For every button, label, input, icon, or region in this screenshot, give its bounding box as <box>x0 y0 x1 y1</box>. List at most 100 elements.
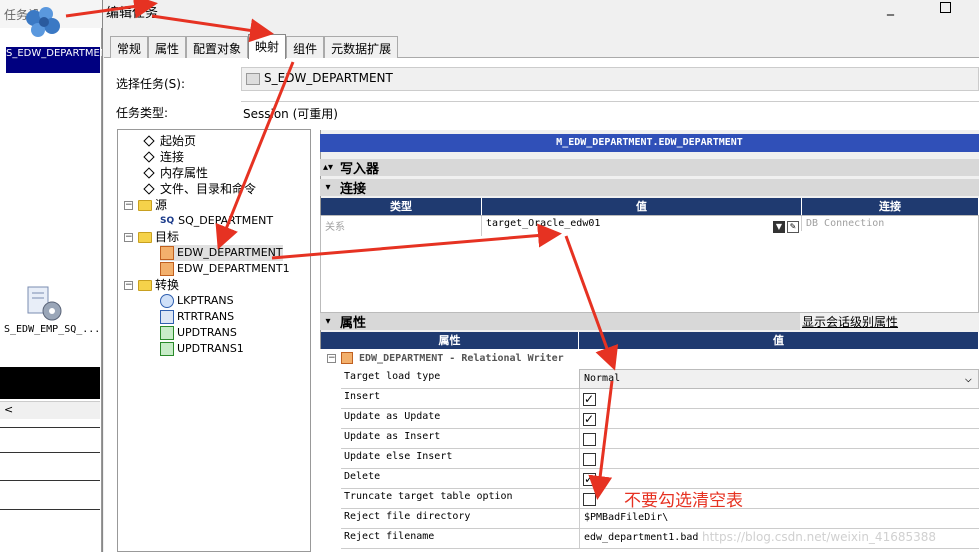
update-as-insert-checkbox[interactable] <box>583 433 596 446</box>
dialog-title: 编辑任务 <box>106 6 159 21</box>
collapse-icon[interactable]: − <box>124 280 133 290</box>
prop-name: Insert <box>344 391 381 402</box>
lookup-icon <box>160 294 174 308</box>
diamond-icon <box>143 151 155 163</box>
truncate-table-checkbox[interactable] <box>583 493 596 506</box>
writer-section-bar[interactable]: ▴▾ 写入器 <box>320 159 979 177</box>
tree-item-label: 目标 <box>155 230 180 244</box>
diamond-icon <box>143 167 155 179</box>
tab-general[interactable]: 常规 <box>110 36 149 58</box>
collapse-icon[interactable]: − <box>124 200 133 210</box>
prop-value-cell <box>579 389 979 409</box>
tree-item-updtrans1[interactable]: UPDTRANS1 <box>160 341 244 357</box>
chevron-down-icon: ⌵ <box>964 371 972 385</box>
reject-dir-field[interactable]: $PMBadFileDir\ <box>579 509 979 529</box>
tree-item-label: EDW_DEPARTMENT <box>177 246 283 259</box>
source-qualifier-icon: SQ <box>160 216 175 226</box>
collapse-icon[interactable]: ▾ <box>320 314 336 330</box>
collapse-icon[interactable]: − <box>124 232 133 242</box>
scroll-left-icon[interactable]: < <box>0 403 13 416</box>
dropdown-arrow-icon[interactable]: ▼ <box>773 221 785 233</box>
tree-item-files[interactable]: 文件、目录和命令 <box>142 181 256 197</box>
tree-item-edw-department[interactable]: EDW_DEPARTMENT <box>160 245 283 261</box>
tree-item-edw-department1[interactable]: EDW_DEPARTMENT1 <box>160 261 290 277</box>
tree-folder-sources[interactable]: − 源 <box>124 197 167 213</box>
select-task-value: S_EDW_DEPARTMENT <box>264 71 393 85</box>
update-as-update-checkbox[interactable] <box>583 412 596 426</box>
tree-item-rtrtrans[interactable]: RTRTRANS <box>160 309 234 325</box>
tree-folder-targets[interactable]: − 目标 <box>124 229 179 245</box>
prop-row-reject-dir: Reject file directory $PMBadFileDir\ <box>341 509 979 529</box>
divider <box>0 427 100 428</box>
task-label[interactable]: S_EDW_EMP_SQ_... <box>4 324 100 335</box>
conn-value-cell[interactable]: target_Oracle_edw01 <box>481 216 801 236</box>
select-task-label: 选择任务(S): <box>116 77 186 91</box>
folder-icon <box>138 279 152 291</box>
tree-item-sq-department[interactable]: SQ SQ_DEPARTMENT <box>160 213 273 229</box>
tree-item-memory[interactable]: 内存属性 <box>142 165 208 181</box>
prop-row-update-as-insert: Update as Insert <box>341 429 979 449</box>
update-strategy-icon <box>160 326 174 340</box>
target-load-type-select[interactable]: Normal ⌵ <box>579 369 979 389</box>
insert-checkbox[interactable] <box>583 392 596 406</box>
black-strip <box>0 367 100 399</box>
properties-section-bar[interactable]: ▾ 属性 <box>320 313 800 331</box>
select-task-field[interactable]: S_EDW_DEPARTMENT <box>241 67 979 91</box>
tree-item-lkptrans[interactable]: LKPTRANS <box>160 293 234 309</box>
tree-item-label: 内存属性 <box>160 166 209 180</box>
maximize-button[interactable] <box>940 2 951 13</box>
folder-icon <box>138 199 152 211</box>
session-task-gear-icon[interactable] <box>24 285 68 325</box>
tab-components[interactable]: 组件 <box>286 36 325 58</box>
diamond-icon <box>143 135 155 147</box>
conn-value-text: target_Oracle_edw01 <box>486 218 601 229</box>
minimize-button[interactable]: _ <box>887 0 899 16</box>
tree-item-label: LKPTRANS <box>177 294 234 307</box>
prop-name: Update as Update <box>344 411 441 422</box>
tab-config-object[interactable]: 配置对象 <box>186 36 249 58</box>
tree-item-label: UPDTRANS <box>177 326 237 339</box>
tree-item-label: 源 <box>155 198 168 212</box>
watermark: https://blog.csdn.net/weixin_41685388 <box>702 530 937 544</box>
tree-item-updtrans[interactable]: UPDTRANS <box>160 325 237 341</box>
delete-checkbox[interactable] <box>583 472 596 486</box>
router-icon <box>160 310 174 324</box>
prop-value-cell <box>579 429 979 449</box>
col-property: 属性 <box>321 332 579 350</box>
tree-item-label: RTRTRANS <box>177 310 235 323</box>
collapse-icon[interactable]: ▾ <box>320 180 336 196</box>
mapping-header: M_EDW_DEPARTMENT.EDW_DEPARTMENT <box>320 134 979 152</box>
prop-value: Normal <box>584 373 621 384</box>
tree-folder-transformations[interactable]: − 转换 <box>124 277 179 293</box>
update-strategy-icon <box>160 342 174 356</box>
writer-group-row[interactable]: − EDW_DEPARTMENT - Relational Writer <box>327 352 564 364</box>
task-label-selected[interactable]: S_EDW_DEPARTMENT <box>6 47 113 73</box>
connection-section-label: 连接 <box>340 182 367 197</box>
conn-connection-cell[interactable]: DB Connection <box>801 216 979 231</box>
properties-grid-header: 属性 值 <box>321 332 979 350</box>
connection-section-bar[interactable]: ▾ 连接 <box>320 179 979 197</box>
tab-properties[interactable]: 属性 <box>148 36 187 58</box>
update-else-insert-checkbox[interactable] <box>583 453 596 466</box>
edit-pencil-icon[interactable]: ✎ <box>787 221 799 233</box>
prop-name: Truncate target table option <box>344 491 513 502</box>
tree-item-label: 转换 <box>155 278 180 292</box>
diamond-icon <box>143 183 155 195</box>
horizontal-scrollbar[interactable]: < <box>0 401 100 419</box>
tab-mapping[interactable]: 映射 <box>248 34 287 59</box>
mapping-nav-tree: 起始页 连接 内存属性 文件、目录和命令 − 源 SQ SQ_DEPARTMENT … <box>117 129 311 552</box>
prop-name: Reject file directory <box>344 511 471 522</box>
session-task-icon[interactable] <box>22 4 66 44</box>
show-session-props-link[interactable]: 显示会话级别属性 <box>802 313 898 330</box>
tab-metadata-extensions[interactable]: 元数据扩展 <box>324 36 399 58</box>
target-icon <box>160 246 174 260</box>
tree-item-label: 起始页 <box>160 134 197 148</box>
col-connection: 连接 <box>802 198 979 216</box>
expand-icon[interactable]: ▴▾ <box>320 160 336 176</box>
tree-item-start-page[interactable]: 起始页 <box>142 133 196 149</box>
writer-section-label: 写入器 <box>340 162 380 177</box>
prop-name: Reject filename <box>344 531 435 542</box>
tree-item-connections[interactable]: 连接 <box>142 149 184 165</box>
collapse-icon[interactable]: − <box>327 353 336 363</box>
task-type-label: 任务类型: <box>116 106 169 120</box>
